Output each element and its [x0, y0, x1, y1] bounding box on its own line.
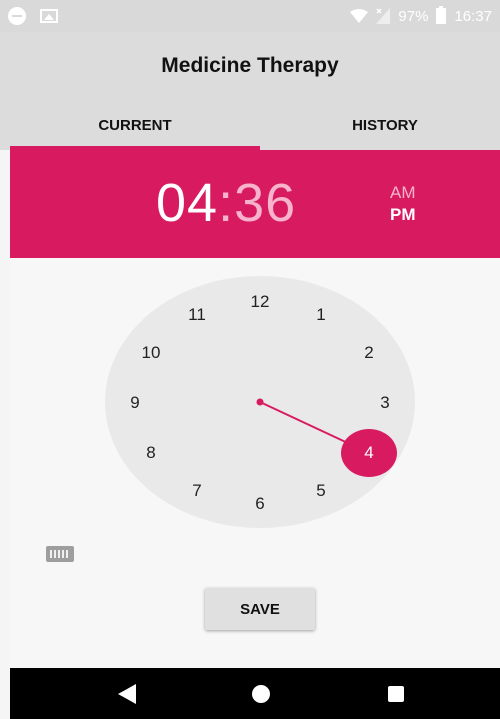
time-picker-header: 04:36 AM PM: [10, 150, 500, 258]
am-toggle[interactable]: AM: [390, 182, 416, 204]
back-icon[interactable]: [118, 684, 136, 704]
dial-number-8: 8: [146, 443, 155, 462]
battery-icon: [436, 6, 447, 24]
dial-number-11: 11: [188, 305, 206, 324]
do-not-disturb-icon: [8, 7, 26, 25]
home-icon[interactable]: [252, 685, 270, 703]
time-display: 04:36: [156, 172, 296, 234]
app-title: Medicine Therapy: [161, 54, 339, 77]
clock-center-dot: [256, 398, 264, 406]
dial-number-12: 12: [251, 292, 270, 311]
battery-percentage: 97%: [398, 7, 429, 25]
dial-number-7: 7: [192, 481, 201, 500]
am-pm-selector: AM PM: [390, 182, 416, 226]
signal-icon: [376, 8, 391, 24]
wifi-icon: [350, 9, 369, 23]
keyboard-icon[interactable]: [46, 546, 74, 562]
time-separator: :: [218, 173, 235, 233]
navigation-bar: [10, 668, 500, 719]
recents-icon[interactable]: [388, 686, 404, 702]
tab-current-label: CURRENT: [98, 117, 172, 134]
tab-current[interactable]: CURRENT: [10, 116, 260, 150]
status-bar: 97% 16:37: [0, 0, 500, 32]
status-left: [8, 7, 58, 25]
dial-number-1: 1: [316, 305, 325, 324]
dial-number-9: 9: [130, 393, 139, 412]
pm-toggle[interactable]: PM: [390, 204, 416, 226]
tab-history-label: HISTORY: [352, 117, 418, 134]
dial-number-10: 10: [142, 343, 161, 362]
gallery-notification-icon: [40, 9, 58, 23]
dial-number-5: 5: [316, 481, 325, 500]
minute-display[interactable]: 36: [234, 173, 296, 233]
clock-face: 12 1 2 3 4 5 6 7 8 9 10 11: [105, 276, 415, 528]
app-bar: Medicine Therapy CURRENT HISTORY: [0, 32, 500, 150]
status-right: 97% 16:37: [350, 6, 492, 25]
dial-number-6: 6: [255, 494, 264, 513]
dial-number-3: 3: [380, 393, 389, 412]
hour-display[interactable]: 04: [156, 173, 218, 233]
status-time: 16:37: [454, 7, 492, 25]
dial-number-4: 4: [364, 443, 373, 462]
keyboard-keys: [50, 550, 70, 558]
dial-number-2: 2: [364, 343, 373, 362]
clock-dial[interactable]: 12 1 2 3 4 5 6 7 8 9 10 11: [105, 276, 415, 528]
save-button[interactable]: SAVE: [205, 588, 315, 630]
tab-history[interactable]: HISTORY: [260, 116, 500, 150]
